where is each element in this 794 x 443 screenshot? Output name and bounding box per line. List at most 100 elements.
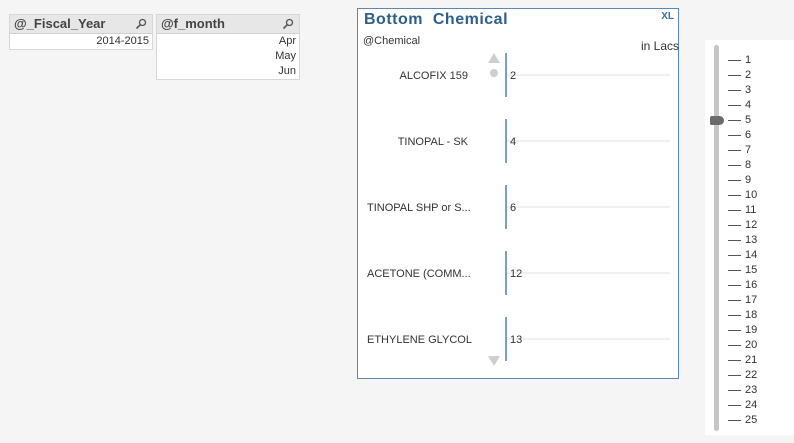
scroll-up-arrow-icon[interactable]: [488, 53, 500, 63]
tick-label: 14: [745, 249, 758, 261]
tick-label: 23: [745, 384, 758, 396]
tick-label: 21: [745, 354, 758, 366]
category-label[interactable]: TINOPAL SHP or S...: [367, 202, 471, 214]
list-item[interactable]: Jun: [157, 64, 299, 79]
slider-tick[interactable]: 25: [728, 413, 757, 428]
slider-tick[interactable]: 3: [728, 83, 751, 98]
tick-mark: [728, 119, 741, 121]
tick-label: 3: [745, 84, 752, 96]
slider-tick[interactable]: 18: [728, 308, 757, 323]
tick-mark: [728, 404, 741, 406]
tick-mark: [728, 209, 741, 211]
slider-tick[interactable]: 15: [728, 263, 757, 278]
slider-tick[interactable]: 2: [728, 68, 751, 83]
tick-label: 25: [745, 414, 758, 426]
slider-tick[interactable]: 7: [728, 143, 751, 158]
search-icon[interactable]: [135, 18, 147, 30]
fiscal-year-listbox: @_Fiscal_Year 2014-2015: [9, 14, 153, 50]
slider-tick[interactable]: 10: [728, 188, 757, 203]
top-n-slider: 1 2 3 4 5 6 7 8 9 10 11 12 13 14 15 16 17 18 19 20 21 22 23 24 2…: [705, 40, 794, 435]
tick-mark: [728, 149, 741, 151]
tick-mark: [728, 269, 741, 271]
slider-tick[interactable]: 20: [728, 338, 757, 353]
tick-label: 6: [745, 129, 752, 141]
tick-mark: [728, 284, 741, 286]
tick-label: 24: [745, 399, 758, 411]
category-label[interactable]: ACETONE (COMM...: [367, 268, 471, 280]
tick-mark: [728, 134, 741, 136]
tick-mark: [728, 179, 741, 181]
slider-tick[interactable]: 23: [728, 383, 757, 398]
tick-mark: [728, 194, 741, 196]
slider-tick[interactable]: 14: [728, 248, 757, 263]
value-label: 13: [510, 334, 522, 346]
slider-tick[interactable]: 8: [728, 158, 751, 173]
tick-label: 4: [745, 99, 752, 111]
slider-tick[interactable]: 21: [728, 353, 757, 368]
tick-label: 16: [745, 279, 758, 291]
category-label[interactable]: ALCOFIX 159: [400, 70, 468, 82]
scroll-down-arrow-icon[interactable]: [488, 356, 500, 366]
tick-mark: [728, 314, 741, 316]
tick-label: 17: [745, 294, 758, 306]
tick-mark: [728, 74, 741, 76]
month-title: @f_month: [161, 16, 225, 31]
category-label[interactable]: ETHYLENE GLYCOL: [367, 334, 472, 346]
tick-label: 1: [745, 54, 752, 66]
slider-tick[interactable]: 24: [728, 398, 757, 413]
month-header[interactable]: @f_month: [157, 15, 299, 34]
list-item[interactable]: Apr: [157, 34, 299, 49]
slider-thumb[interactable]: [710, 116, 724, 125]
slider-tick[interactable]: 6: [728, 128, 751, 143]
scroll-position-icon[interactable]: [490, 69, 498, 77]
tick-label: 11: [745, 204, 757, 216]
tick-mark: [728, 344, 741, 346]
slider-tick[interactable]: 5: [728, 113, 751, 128]
tick-label: 19: [745, 324, 758, 336]
slider-tick[interactable]: 22: [728, 368, 757, 383]
tick-mark: [728, 239, 741, 241]
tick-label: 5: [745, 114, 752, 126]
tick-mark: [728, 374, 741, 376]
chart-plot: ALCOFIX 159 2 TINOPAL - SK 4 TINOPAL SHP or …: [367, 53, 670, 366]
search-icon[interactable]: [282, 18, 294, 30]
tick-mark: [728, 329, 741, 331]
value-label: 12: [510, 268, 522, 280]
tick-mark: [728, 254, 741, 256]
tick-mark: [728, 359, 741, 361]
list-item[interactable]: May: [157, 49, 299, 64]
slider-tick[interactable]: 9: [728, 173, 751, 188]
tick-label: 9: [745, 174, 752, 186]
slider-tick[interactable]: 11: [728, 203, 756, 218]
slider-tick[interactable]: 1: [728, 53, 751, 68]
month-listbox: @f_month Apr May Jun: [156, 14, 300, 80]
value-label: 6: [510, 202, 516, 214]
tick-mark: [728, 224, 741, 226]
tick-mark: [728, 89, 741, 91]
tick-label: 12: [745, 219, 758, 231]
slider-tick[interactable]: 13: [728, 233, 757, 248]
fiscal-year-header[interactable]: @_Fiscal_Year: [10, 15, 152, 34]
slider-tick[interactable]: 19: [728, 323, 757, 338]
category-label[interactable]: TINOPAL - SK: [398, 136, 469, 148]
tick-label: 13: [745, 234, 758, 246]
slider-tick[interactable]: 12: [728, 218, 757, 233]
value-label: 2: [510, 70, 516, 82]
tick-label: 7: [745, 144, 752, 156]
tick-label: 15: [745, 264, 758, 276]
bottom-chemical-chart: Bottom Chemical XL @Chemical in Lacs ALC…: [357, 8, 679, 379]
slider-tick[interactable]: 4: [728, 98, 751, 113]
tick-label: 20: [745, 339, 758, 351]
tick-label: 10: [745, 189, 758, 201]
tick-label: 18: [745, 309, 758, 321]
tick-mark: [728, 419, 741, 421]
fiscal-year-title: @_Fiscal_Year: [14, 16, 106, 31]
slider-tick[interactable]: 17: [728, 293, 757, 308]
tick-label: 8: [745, 159, 752, 171]
slider-track[interactable]: [714, 45, 719, 431]
list-item[interactable]: 2014-2015: [10, 34, 152, 49]
slider-tick[interactable]: 16: [728, 278, 757, 293]
value-label: 4: [510, 136, 516, 148]
tick-label: 22: [745, 369, 758, 381]
tick-mark: [728, 299, 741, 301]
